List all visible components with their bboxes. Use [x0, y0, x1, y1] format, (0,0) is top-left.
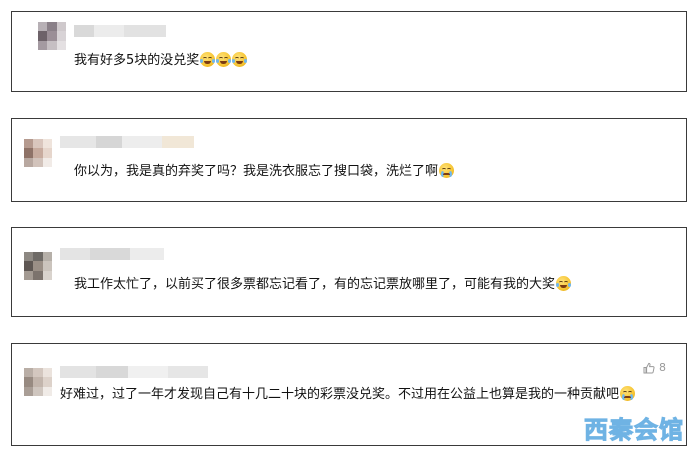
cry-laugh-emoji — [232, 52, 248, 67]
comment-body: 好难过，过了一年才发现自己有十几二十块的彩票没兑奖。不过用在公益上也算是我的一种… — [60, 387, 620, 402]
comment-card: 你以为，我是真的弃奖了吗？我是洗衣服忘了搜口袋，洗烂了啊 — [11, 118, 687, 202]
username-blurred[interactable] — [60, 248, 164, 260]
cry-laugh-emoji — [216, 52, 232, 67]
comment-text: 你以为，我是真的弃奖了吗？我是洗衣服忘了搜口袋，洗烂了啊 — [74, 161, 455, 183]
comment-text: 我工作太忙了，以前买了很多票都忘记看了，有的忘记票放哪里了，可能有我的大奖 — [74, 274, 572, 296]
comment-card: 我有好多5块的没兑奖 — [11, 11, 687, 92]
cry-laugh-emoji — [556, 276, 572, 291]
avatar[interactable] — [24, 139, 52, 167]
watermark-logo: 西秦会馆 — [584, 416, 684, 445]
crying-emoji — [439, 163, 455, 178]
thumbs-up-icon — [643, 362, 655, 373]
comment-card: 我工作太忙了，以前买了很多票都忘记看了，有的忘记票放哪里了，可能有我的大奖 — [11, 227, 687, 317]
cry-laugh-emoji — [200, 52, 216, 67]
avatar[interactable] — [24, 368, 52, 396]
crying-emoji — [620, 386, 636, 401]
like-count: 8 — [659, 361, 666, 374]
comment-body: 我有好多5块的没兑奖 — [74, 53, 200, 68]
comment-body: 你以为，我是真的弃奖了吗？我是洗衣服忘了搜口袋，洗烂了啊 — [74, 164, 439, 179]
comment-text: 我有好多5块的没兑奖 — [74, 50, 248, 72]
avatar[interactable] — [38, 22, 66, 50]
like-button[interactable]: 8 — [643, 361, 666, 374]
username-blurred[interactable] — [74, 25, 166, 37]
comment-text: 好难过，过了一年才发现自己有十几二十块的彩票没兑奖。不过用在公益上也算是我的一种… — [60, 384, 652, 406]
username-blurred[interactable] — [60, 136, 194, 148]
username-blurred[interactable] — [60, 366, 208, 378]
comment-body: 我工作太忙了，以前买了很多票都忘记看了，有的忘记票放哪里了，可能有我的大奖 — [74, 277, 556, 292]
emoji-group — [200, 52, 248, 67]
avatar[interactable] — [24, 252, 52, 280]
